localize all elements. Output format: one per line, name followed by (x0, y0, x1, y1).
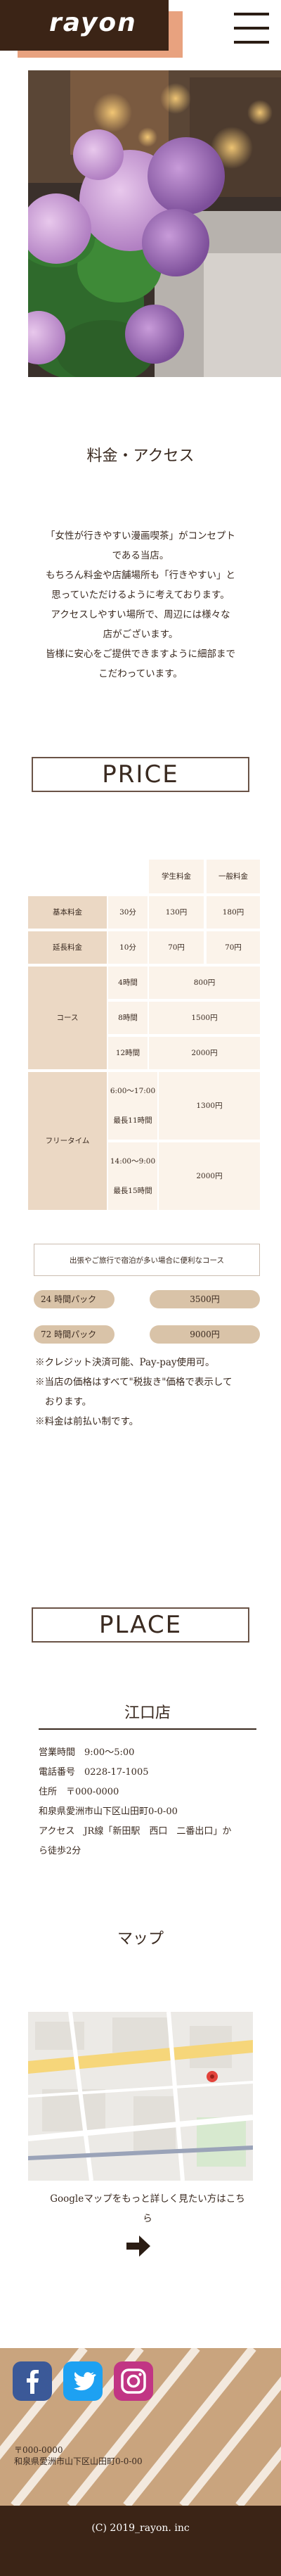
course-4h: 4時間 (108, 967, 148, 999)
footer-address-line: 和泉県愛洲市山下区山田町0-0-00 (14, 2456, 143, 2466)
shop-name: 江口店 (124, 1704, 171, 1722)
map-link-line: Googleマップをもっと詳しく見たい方はこち (50, 2193, 245, 2205)
pack-note: 出張やご旅行で宿泊が多い場合に便利なコース (34, 1244, 260, 1276)
hamburger-menu-icon[interactable] (234, 13, 269, 44)
shop-postal: 住所 〒000-0000 (39, 1787, 119, 1797)
intro-line: 思っていただけるように考えております。 (51, 589, 230, 601)
column-header-general: 一般料金 (207, 860, 260, 893)
intro-text: 「女性が行きやすい漫画喫茶」がコンセプト である当店。 もちろん料金や店舗場所も… (28, 526, 253, 684)
row-label-course: コース (28, 967, 107, 1069)
logo-text: rayon (49, 8, 137, 37)
extension-student-price: 70円 (149, 931, 204, 964)
shop-access-cont: ら徒歩2分 (39, 1846, 81, 1856)
freetime-day-price: 1300円 (159, 1072, 260, 1140)
course-12h-price: 2000円 (149, 1037, 260, 1069)
hydrangea-flowers-photo (28, 70, 281, 377)
freetime-day: 6:00～17:00 最長11時間 (108, 1072, 157, 1140)
freetime-night-max: 最長15時間 (113, 1187, 152, 1195)
intro-line: アクセスしやすい場所で、周辺には様々な (51, 609, 230, 620)
freetime-night-hours: 14:00～9:00 (110, 1157, 156, 1166)
site-header: rayon (0, 0, 281, 70)
intro-line: もちろん料金や店舗場所も「行きやすい」と (46, 570, 235, 581)
extension-general-price: 70円 (207, 931, 260, 964)
course-4h-price: 800円 (149, 967, 260, 999)
shop-divider (39, 1728, 256, 1730)
map-link-line: ら (143, 2213, 152, 2224)
place-heading: PLACE (32, 1607, 249, 1643)
shop-hours: 営業時間 9:00～5:00 (39, 1747, 135, 1758)
price-notes: ※クレジット決済可能、Pay-pay使用可。 ※当店の価格はすべて"税抜き"価格… (35, 1353, 260, 1432)
course-8h: 8時間 (108, 1002, 148, 1034)
freetime-day-hours: 6:00～17:00 (110, 1087, 156, 1095)
hero-image (28, 70, 281, 377)
intro-line: こだわっています。 (98, 668, 183, 680)
map-link-text[interactable]: Googleマップをもっと詳しく見たい方はこち ら (39, 2189, 256, 2229)
course-8h-price: 1500円 (149, 1002, 260, 1034)
basic-student-price: 130円 (149, 896, 204, 929)
basic-general-price: 180円 (207, 896, 260, 929)
twitter-icon[interactable] (63, 2361, 103, 2401)
note-line: ※クレジット決済可能、Pay-pay使用可。 (35, 1357, 215, 1368)
map-image (28, 2012, 253, 2181)
shop-phone: 電話番号 0228-17-1005 (39, 1767, 149, 1778)
pack-72h-label: 72 時間パック (34, 1325, 115, 1344)
pack-24h-price: 3500円 (150, 1290, 260, 1308)
shop-info: 営業時間 9:00～5:00 電話番号 0228-17-1005 住所 〒000… (39, 1743, 256, 1861)
map-title: マップ (117, 1930, 164, 1948)
basic-unit: 30分 (108, 896, 148, 929)
intro-line: 店がございます。 (103, 629, 178, 640)
instagram-icon[interactable] (114, 2361, 153, 2401)
shop-address: 和泉県愛洲市山下区山田町0-0-00 (39, 1806, 178, 1817)
pack-72h-price: 9000円 (150, 1325, 260, 1344)
google-map[interactable] (28, 2012, 253, 2181)
intro-line: 「女性が行きやすい漫画喫茶」がコンセプト (46, 530, 235, 542)
note-line: ※料金は前払い制です。 (35, 1416, 139, 1427)
footer-address: 〒000-0000 和泉県愛洲市山下区山田町0-0-00 (14, 2444, 143, 2467)
row-label-basic: 基本料金 (28, 896, 107, 929)
facebook-icon[interactable] (13, 2361, 52, 2401)
extension-unit: 10分 (108, 931, 148, 964)
freetime-night-price: 2000円 (159, 1142, 260, 1210)
row-label-freetime: フリータイム (28, 1072, 107, 1210)
note-line: おります。 (45, 1396, 92, 1408)
course-12h: 12時間 (108, 1037, 148, 1069)
shop-access: アクセス JR線「新田駅 西口 二番出口」か (39, 1826, 232, 1837)
footer-postal: 〒000-0000 (14, 2445, 63, 2455)
arrow-right-icon[interactable] (126, 2236, 150, 2257)
intro-line: である当店。 (112, 550, 169, 561)
row-label-extension: 延長料金 (28, 931, 107, 964)
note-line: ※当店の価格はすべて"税抜き"価格で表示して (35, 1377, 233, 1388)
freetime-day-max: 最長11時間 (113, 1116, 152, 1125)
freetime-night: 14:00～9:00 最長15時間 (108, 1142, 157, 1210)
intro-line: 皆様に安心をご提供できますように細部まで (46, 649, 235, 660)
price-heading: PRICE (32, 757, 249, 792)
pack-24h-label: 24 時間パック (34, 1290, 115, 1308)
access-section-title: 料金・アクセス (86, 447, 195, 465)
logo[interactable]: rayon (0, 0, 169, 51)
copyright: (C) 2019_rayon. inc (0, 2506, 281, 2576)
column-header-student: 学生料金 (149, 860, 204, 893)
